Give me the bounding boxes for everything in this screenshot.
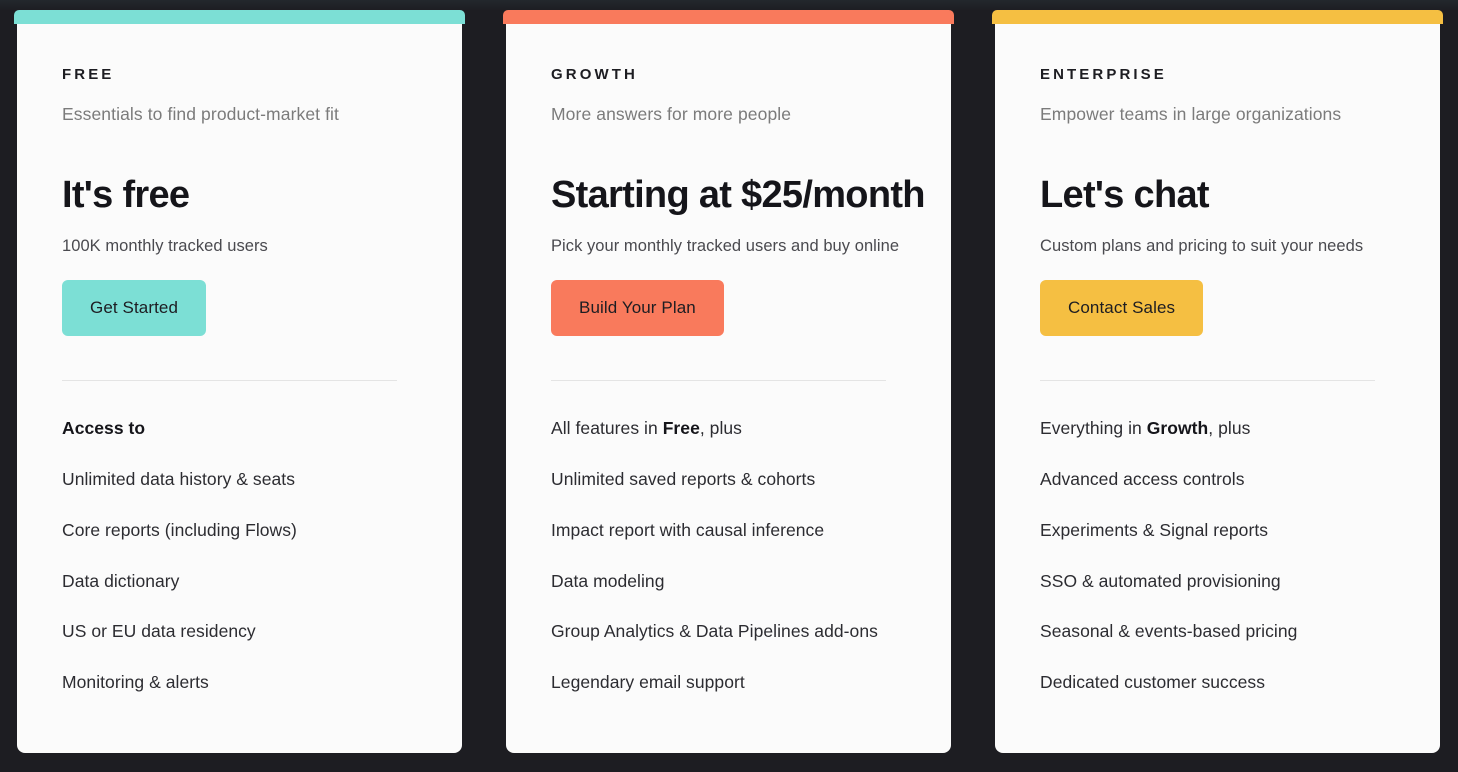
get-started-button[interactable]: Get Started — [62, 279, 207, 336]
feature-heading-emphasis: Free — [662, 417, 700, 438]
feature-list-enterprise: Everything in Growth, plus Advanced acce… — [1040, 418, 1398, 694]
build-your-plan-button[interactable]: Build Your Plan — [551, 279, 724, 336]
feature-list-heading-growth: All features in Free, plus — [551, 417, 742, 438]
feature-item: Impact report with causal inference — [551, 519, 825, 540]
feature-item: Unlimited saved reports & cohorts — [551, 468, 816, 489]
feature-item: US or EU data residency — [62, 621, 256, 642]
pricing-card-list: FREE Essentials to find product-market f… — [14, 10, 1444, 753]
contact-sales-button[interactable]: Contact Sales — [1040, 279, 1204, 336]
feature-item: Group Analytics & Data Pipelines add-ons — [551, 621, 878, 642]
pricing-card-enterprise: ENTERPRISE Empower teams in large organi… — [992, 10, 1443, 753]
feature-item: SSO & automated provisioning — [1040, 570, 1281, 591]
plan-headline-growth: Starting at $25/month — [551, 173, 926, 216]
plan-tagline-growth: More answers for more people — [551, 104, 792, 124]
feature-item: Legendary email support — [551, 672, 745, 693]
pricing-page: FREE Essentials to find product-market f… — [0, 0, 1458, 772]
card-accent-bar-enterprise — [992, 10, 1443, 24]
feature-list-growth: All features in Free, plus Unlimited sav… — [551, 418, 909, 694]
plan-headline-free: It's free — [62, 173, 190, 216]
plan-eyebrow-growth: GROWTH — [551, 66, 638, 83]
plan-headline-enterprise: Let's chat — [1040, 173, 1210, 216]
feature-item: Unlimited data history & seats — [62, 468, 295, 489]
plan-tagline-free: Essentials to find product-market fit — [62, 104, 340, 124]
feature-item: Monitoring & alerts — [62, 672, 209, 693]
pricing-card-growth: GROWTH More answers for more people Star… — [503, 10, 954, 753]
plan-subcaption-enterprise: Custom plans and pricing to suit your ne… — [1040, 236, 1364, 255]
card-body-free: FREE Essentials to find product-market f… — [17, 24, 462, 753]
plan-tagline-enterprise: Empower teams in large organizations — [1040, 104, 1342, 124]
card-accent-bar-growth — [503, 10, 954, 24]
card-body-growth: GROWTH More answers for more people Star… — [506, 24, 951, 753]
feature-list-heading-enterprise: Everything in Growth, plus — [1040, 417, 1251, 438]
feature-heading-emphasis: Growth — [1146, 417, 1209, 438]
feature-list-heading-free: Access to — [62, 417, 146, 438]
card-body-enterprise: ENTERPRISE Empower teams in large organi… — [995, 24, 1440, 753]
card-divider-free — [62, 379, 397, 381]
feature-item: Dedicated customer success — [1040, 672, 1266, 693]
feature-item: Seasonal & events-based pricing — [1040, 621, 1298, 642]
plan-eyebrow-free: FREE — [62, 66, 115, 83]
pricing-card-free: FREE Essentials to find product-market f… — [14, 10, 465, 753]
card-divider-enterprise — [1040, 379, 1375, 381]
feature-item: Core reports (including Flows) — [62, 519, 297, 540]
feature-item: Advanced access controls — [1040, 468, 1245, 489]
feature-item: Data dictionary — [62, 570, 180, 591]
feature-list-free: Access to Unlimited data history & seats… — [62, 418, 420, 694]
feature-item: Experiments & Signal reports — [1040, 519, 1269, 540]
plan-subcaption-free: 100K monthly tracked users — [62, 236, 268, 255]
card-divider-growth — [551, 379, 886, 381]
feature-item: Data modeling — [551, 570, 665, 591]
plan-eyebrow-enterprise: ENTERPRISE — [1040, 66, 1167, 83]
card-accent-bar-free — [14, 10, 465, 24]
plan-subcaption-growth: Pick your monthly tracked users and buy … — [551, 236, 900, 255]
